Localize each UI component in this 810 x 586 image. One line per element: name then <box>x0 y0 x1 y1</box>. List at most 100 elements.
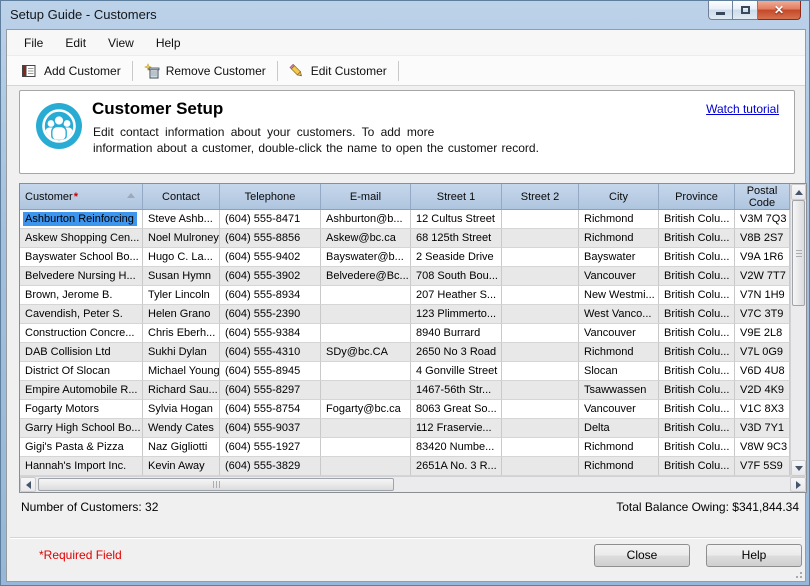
table-row[interactable]: Brown, Jerome B.Tyler Lincoln(604) 555-8… <box>20 286 790 305</box>
table-cell[interactable]: 4 Gonville Street <box>411 362 502 381</box>
table-cell[interactable] <box>321 362 411 381</box>
table-cell[interactable]: British Colu... <box>659 248 735 267</box>
column-header-telephone[interactable]: Telephone <box>220 184 321 209</box>
vertical-scrollbar[interactable] <box>790 184 806 476</box>
scroll-down-button[interactable] <box>791 460 806 476</box>
table-cell[interactable]: New Westmi... <box>579 286 659 305</box>
table-cell[interactable]: (604) 555-9402 <box>220 248 321 267</box>
table-cell[interactable] <box>502 286 579 305</box>
scroll-up-button[interactable] <box>791 184 806 200</box>
table-cell[interactable] <box>502 229 579 248</box>
table-cell[interactable]: V7N 1H9 <box>735 286 790 305</box>
table-cell[interactable]: V9A 1R6 <box>735 248 790 267</box>
column-header-postal-code[interactable]: Postal Code <box>735 184 790 209</box>
table-cell[interactable]: SDy@bc.CA <box>321 343 411 362</box>
table-cell[interactable]: Kevin Away <box>143 457 220 476</box>
table-cell[interactable] <box>502 400 579 419</box>
table-cell[interactable]: Vancouver <box>579 400 659 419</box>
table-cell[interactable]: 8940 Burrard <box>411 324 502 343</box>
table-cell[interactable]: British Colu... <box>659 343 735 362</box>
table-cell[interactable]: 112 Fraservie... <box>411 419 502 438</box>
edit-customer-button[interactable]: Edit Customer <box>282 60 394 82</box>
table-cell[interactable] <box>502 305 579 324</box>
table-cell[interactable] <box>502 457 579 476</box>
table-cell[interactable]: Hannah's Import Inc. <box>20 457 143 476</box>
resize-grip-icon[interactable] <box>793 569 802 578</box>
table-row[interactable]: District Of SlocanMichael Young(604) 555… <box>20 362 790 381</box>
table-cell[interactable] <box>321 305 411 324</box>
table-cell[interactable]: Ashburton Reinforcing <box>20 210 143 229</box>
table-cell[interactable]: Vancouver <box>579 324 659 343</box>
table-row[interactable]: DAB Collision LtdSukhi Dylan(604) 555-43… <box>20 343 790 362</box>
table-cell[interactable] <box>321 457 411 476</box>
table-cell[interactable]: British Colu... <box>659 419 735 438</box>
add-customer-button[interactable]: Add Customer <box>14 60 128 82</box>
table-cell[interactable]: (604) 555-9037 <box>220 419 321 438</box>
table-cell[interactable]: British Colu... <box>659 381 735 400</box>
table-cell[interactable] <box>502 381 579 400</box>
table-cell[interactable]: V2W 7T7 <box>735 267 790 286</box>
table-cell[interactable] <box>321 381 411 400</box>
watch-tutorial-link[interactable]: Watch tutorial <box>706 102 779 116</box>
table-cell[interactable]: V7F 5S9 <box>735 457 790 476</box>
table-cell[interactable] <box>321 438 411 457</box>
close-window-button[interactable]: ✕ <box>758 1 801 20</box>
table-cell[interactable]: Gigi's Pasta & Pizza <box>20 438 143 457</box>
table-cell[interactable]: Richmond <box>579 343 659 362</box>
table-cell[interactable]: Susan Hymn <box>143 267 220 286</box>
table-row[interactable]: Hannah's Import Inc.Kevin Away(604) 555-… <box>20 457 790 476</box>
help-button[interactable]: Help <box>706 544 802 567</box>
table-cell[interactable]: Sukhi Dylan <box>143 343 220 362</box>
table-cell[interactable]: Hugo C. La... <box>143 248 220 267</box>
table-cell[interactable]: (604) 555-8856 <box>220 229 321 248</box>
close-button[interactable]: Close <box>594 544 690 567</box>
table-cell[interactable]: Richmond <box>579 438 659 457</box>
table-cell[interactable]: 2 Seaside Drive <box>411 248 502 267</box>
table-cell[interactable]: Tyler Lincoln <box>143 286 220 305</box>
horizontal-scrollbar[interactable] <box>20 476 806 492</box>
table-cell[interactable]: Michael Young <box>143 362 220 381</box>
menu-help[interactable]: Help <box>145 31 192 55</box>
table-cell[interactable]: Cavendish, Peter S. <box>20 305 143 324</box>
table-cell[interactable]: V2D 4K9 <box>735 381 790 400</box>
table-cell[interactable]: Richard Sau... <box>143 381 220 400</box>
table-cell[interactable]: V1C 8X3 <box>735 400 790 419</box>
table-cell[interactable]: (604) 555-8471 <box>220 210 321 229</box>
table-cell[interactable]: 8063 Great So... <box>411 400 502 419</box>
table-cell[interactable]: British Colu... <box>659 400 735 419</box>
table-row[interactable]: Garry High School Bo...Wendy Cates(604) … <box>20 419 790 438</box>
table-cell[interactable]: 123 Plimmerto... <box>411 305 502 324</box>
table-cell[interactable]: Belvedere@Bc... <box>321 267 411 286</box>
table-cell[interactable]: Richmond <box>579 457 659 476</box>
table-cell[interactable]: 2651A No. 3 R... <box>411 457 502 476</box>
table-row[interactable]: Fogarty MotorsSylvia Hogan(604) 555-8754… <box>20 400 790 419</box>
table-row[interactable]: Empire Automobile R...Richard Sau...(604… <box>20 381 790 400</box>
table-cell[interactable]: Fogarty@bc.ca <box>321 400 411 419</box>
table-cell[interactable]: 708 South Bou... <box>411 267 502 286</box>
table-cell[interactable]: Brown, Jerome B. <box>20 286 143 305</box>
table-cell[interactable]: British Colu... <box>659 457 735 476</box>
scroll-left-button[interactable] <box>20 477 36 492</box>
vertical-scrollbar-thumb[interactable] <box>792 200 805 306</box>
table-cell[interactable]: Chris Eberh... <box>143 324 220 343</box>
table-cell[interactable]: V3M 7Q3 <box>735 210 790 229</box>
table-cell[interactable] <box>502 343 579 362</box>
column-header-street-2[interactable]: Street 2 <box>502 184 579 209</box>
table-cell[interactable]: Askew@bc.ca <box>321 229 411 248</box>
table-row[interactable]: Cavendish, Peter S.Helen Grano(604) 555-… <box>20 305 790 324</box>
table-cell[interactable]: V7L 0G9 <box>735 343 790 362</box>
table-cell[interactable]: British Colu... <box>659 324 735 343</box>
table-cell[interactable]: (604) 555-3902 <box>220 267 321 286</box>
table-cell[interactable]: Wendy Cates <box>143 419 220 438</box>
table-cell[interactable]: Fogarty Motors <box>20 400 143 419</box>
table-cell[interactable]: 12 Cultus Street <box>411 210 502 229</box>
column-header-province[interactable]: Province <box>659 184 735 209</box>
table-cell[interactable]: Steve Ashb... <box>143 210 220 229</box>
minimize-button[interactable] <box>708 1 733 20</box>
table-cell[interactable] <box>502 419 579 438</box>
table-cell[interactable]: (604) 555-8297 <box>220 381 321 400</box>
table-row[interactable]: Gigi's Pasta & PizzaNaz Gigliotti(604) 5… <box>20 438 790 457</box>
table-cell[interactable]: 83420 Numbe... <box>411 438 502 457</box>
table-cell[interactable]: V6D 4U8 <box>735 362 790 381</box>
column-header-e-mail[interactable]: E-mail <box>321 184 411 209</box>
